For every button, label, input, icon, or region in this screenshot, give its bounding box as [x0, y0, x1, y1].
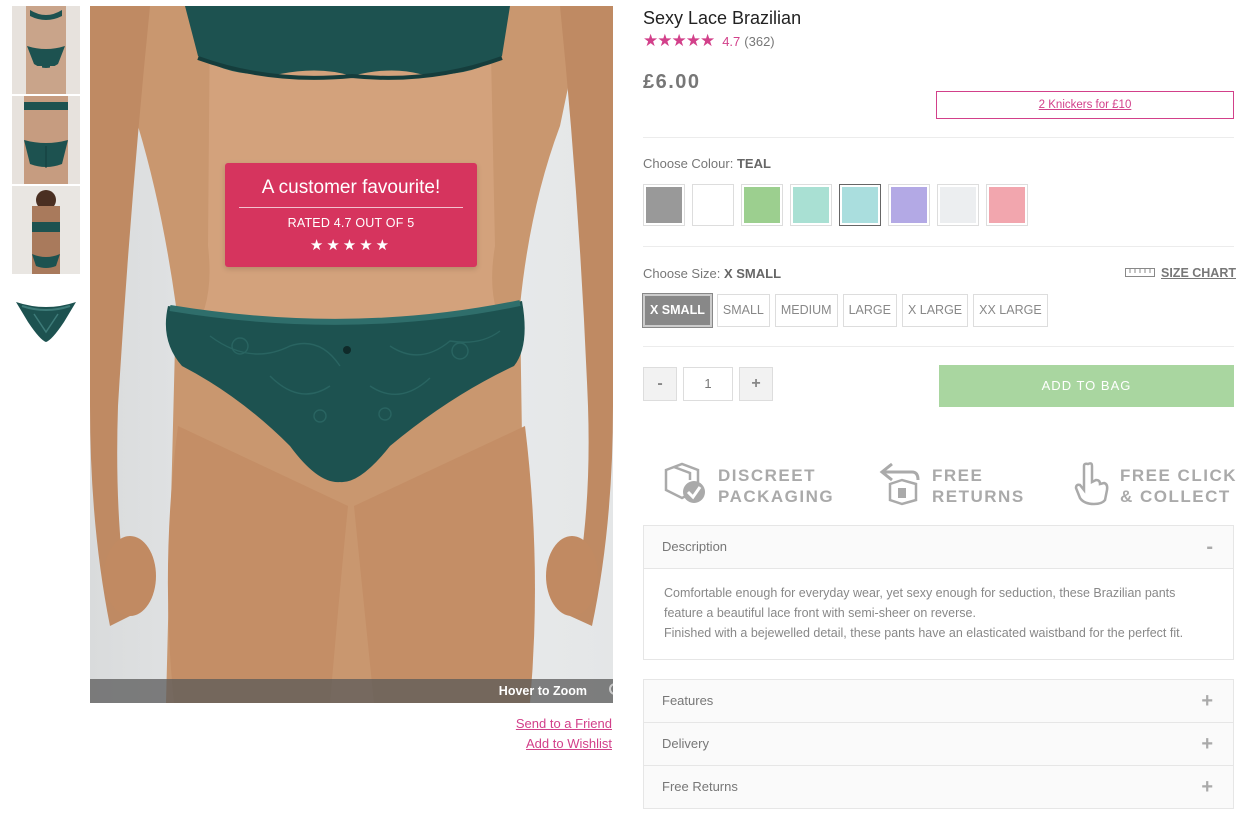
colour-swatches	[643, 184, 1028, 226]
swatch-fill	[646, 187, 682, 223]
ruler-icon	[1125, 266, 1155, 280]
badge-stars: ★★★★★	[309, 237, 393, 254]
quantity-input[interactable]: 1	[683, 367, 733, 401]
thumbnail-back[interactable]	[12, 96, 80, 184]
model-photo	[90, 6, 613, 703]
collapse-icon: -	[1206, 536, 1213, 558]
swatch-fill	[989, 187, 1025, 223]
feature-2-line1: FREE	[932, 465, 984, 485]
multibuy-offer-link[interactable]: 2 Knickers for £10	[936, 91, 1234, 119]
add-to-bag-button[interactable]: ADD TO BAG	[939, 365, 1234, 407]
size-medium[interactable]: MEDIUM	[774, 294, 838, 327]
size-xxlarge[interactable]: XX LARGE	[973, 294, 1048, 327]
size-chart-link[interactable]: SIZE CHART	[1125, 266, 1236, 280]
swatch-fill	[842, 187, 878, 223]
rating-count: (362)	[744, 33, 775, 49]
swatch-fill	[744, 187, 780, 223]
expand-icon: +	[1201, 733, 1213, 755]
pointer-hand-icon	[1074, 460, 1110, 511]
free-returns-title: Free Returns	[662, 779, 738, 794]
size-label-text: Choose Size:	[643, 266, 721, 281]
size-large[interactable]: LARGE	[842, 294, 897, 327]
feature-free-returns: FREE RETURNS	[878, 460, 1025, 511]
selected-colour: TEAL	[736, 156, 771, 171]
return-box-icon	[878, 460, 922, 511]
product-main-image[interactable]: A customer favourite! RATED 4.7 OUT OF 5…	[90, 6, 613, 703]
feature-2-line2: RETURNS	[932, 486, 1025, 506]
swatch-teal[interactable]	[839, 184, 881, 226]
quantity-decrease-button[interactable]: -	[643, 367, 677, 401]
swatch-grey[interactable]	[643, 184, 685, 226]
description-body: Comfortable enough for everyday wear, ye…	[644, 568, 1233, 659]
features-accordion: Features +	[643, 679, 1234, 723]
swatch-fill	[793, 187, 829, 223]
free-returns-accordion: Free Returns +	[643, 765, 1234, 809]
description-title: Description	[662, 539, 728, 554]
size-options: X SMALL SMALL MEDIUM LARGE X LARGE XX LA…	[642, 293, 1048, 328]
rating-row[interactable]: ★★★★★ 4.7 (362)	[643, 31, 1234, 51]
send-to-friend-link[interactable]: Send to a Friend	[516, 716, 612, 731]
swatch-light-grey[interactable]	[937, 184, 979, 226]
feature-3-line2: & COLLECT	[1120, 486, 1231, 506]
swatch-mint[interactable]	[790, 184, 832, 226]
hover-zoom-label: Hover to Zoom	[498, 684, 587, 698]
divider	[643, 346, 1234, 347]
customer-favourite-badge: A customer favourite! RATED 4.7 OUT OF 5…	[225, 163, 477, 267]
swatch-pink[interactable]	[986, 184, 1028, 226]
selected-size: X SMALL	[723, 266, 782, 281]
feature-discreet-packaging: DISCREET PACKAGING	[662, 460, 834, 511]
thumbnail-front[interactable]	[12, 6, 80, 94]
divider	[643, 137, 1234, 138]
size-xsmall[interactable]: X SMALL	[642, 293, 713, 328]
features-title: Features	[662, 693, 714, 708]
free-returns-header[interactable]: Free Returns +	[644, 766, 1233, 808]
delivery-title: Delivery	[662, 736, 709, 751]
description-paragraph-2: Finished with a bejewelled detail, these…	[664, 626, 1184, 640]
feature-1-line1: DISCREET	[718, 465, 816, 485]
swatch-fill	[940, 187, 976, 223]
package-check-icon	[662, 460, 708, 511]
description-header[interactable]: Description -	[644, 526, 1233, 568]
rating-value: 4.7	[722, 33, 741, 49]
thumbnail-model[interactable]	[12, 186, 80, 274]
add-to-wishlist-link[interactable]: Add to Wishlist	[526, 736, 612, 751]
feature-3-line1: FREE CLICK	[1120, 465, 1237, 485]
product-title: Sexy Lace Brazilian	[643, 8, 802, 28]
divider	[643, 246, 1234, 247]
size-chart-label: SIZE CHART	[1161, 266, 1236, 280]
colour-label: Choose Colour: TEAL	[643, 156, 1234, 171]
delivery-header[interactable]: Delivery +	[644, 723, 1233, 765]
colour-label-text: Choose Colour:	[643, 156, 734, 171]
rating-stars: ★★★★★	[643, 31, 715, 50]
feature-1-line2: PACKAGING	[718, 486, 835, 506]
badge-rating-text: RATED 4.7 OUT OF 5	[287, 216, 415, 230]
description-accordion: Description - Comfortable enough for eve…	[643, 525, 1234, 660]
hover-zoom-bar[interactable]: Hover to Zoom	[90, 679, 613, 703]
swatch-lilac[interactable]	[888, 184, 930, 226]
expand-icon: +	[1201, 690, 1213, 712]
size-small[interactable]: SMALL	[716, 294, 770, 327]
features-header[interactable]: Features +	[644, 680, 1233, 722]
swatch-white[interactable]	[692, 184, 734, 226]
size-xlarge[interactable]: X LARGE	[901, 294, 969, 327]
swatch-green[interactable]	[741, 184, 783, 226]
feature-click-collect: FREE CLICK & COLLECT	[1074, 460, 1237, 511]
swatch-fill	[695, 187, 731, 223]
swatch-fill	[891, 187, 927, 223]
expand-icon: +	[1201, 776, 1213, 798]
description-paragraph-1: Comfortable enough for everyday wear, ye…	[664, 586, 1176, 620]
badge-title: A customer favourite!	[239, 177, 463, 208]
thumbnail-flat-lay[interactable]	[12, 292, 80, 352]
delivery-accordion: Delivery +	[643, 722, 1234, 766]
quantity-increase-button[interactable]: +	[739, 367, 773, 401]
